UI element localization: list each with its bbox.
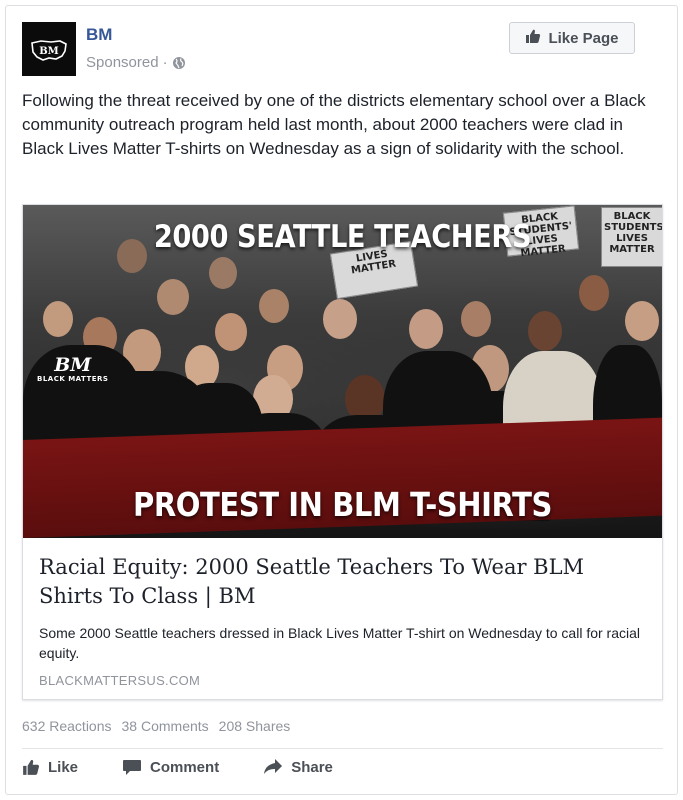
bm-watermark: BM BLACK MATTERS [37, 354, 109, 383]
engagement-stats: 632 Reactions 38 Comments 208 Shares [22, 718, 290, 734]
post-meta: Sponsored · [86, 54, 186, 71]
share-label: Share [291, 758, 333, 776]
comment-button[interactable]: Comment [122, 758, 219, 776]
like-label: Like [48, 758, 79, 776]
thumbs-up-icon [525, 28, 541, 48]
action-divider [22, 748, 663, 749]
bm-logo: BM [29, 38, 69, 61]
comments-count[interactable]: 38 Comments [122, 718, 209, 734]
share-button[interactable]: Share [263, 758, 333, 776]
crowd-figure [409, 309, 443, 349]
preview-image: BLACK STUDENTS' LIVES MATTER LIVES MATTE… [23, 205, 662, 538]
crowd-figure [625, 301, 659, 341]
globe-icon [172, 56, 186, 70]
like-page-button[interactable]: Like Page [509, 22, 635, 54]
comment-icon [122, 758, 142, 776]
svg-text:BM: BM [39, 46, 59, 57]
page-avatar[interactable]: BM [22, 22, 76, 76]
like-page-label: Like Page [548, 29, 619, 47]
sponsored-label[interactable]: Sponsored [86, 54, 159, 71]
crowd-figure [43, 301, 73, 337]
link-preview[interactable]: BLACK STUDENTS' LIVES MATTER LIVES MATTE… [22, 204, 663, 700]
crowd-figure [209, 257, 237, 289]
post-actions: Like Comment Share [22, 758, 377, 776]
crowd-figure [323, 299, 357, 339]
crowd-figure [215, 313, 247, 351]
crowd-figure [157, 279, 189, 315]
like-button[interactable]: Like [22, 758, 78, 776]
page-name-link[interactable]: BM [86, 25, 112, 45]
comment-label: Comment [150, 758, 220, 776]
reactions-count[interactable]: 632 Reactions [22, 718, 112, 734]
preview-title[interactable]: Racial Equity: 2000 Seattle Teachers To … [39, 553, 639, 611]
sponsored-post-card: BM BM Sponsored · Like Page Following th… [5, 5, 678, 795]
crowd-figure [461, 301, 491, 337]
meta-separator: · [162, 54, 168, 71]
image-headline-bottom: PROTEST IN BLM T-SHIRTS [133, 485, 552, 524]
crowd-figure [259, 289, 289, 323]
image-headline-top: 2000 SEATTLE TEACHERS [153, 219, 532, 255]
preview-description: Some 2000 Seattle teachers dressed in Bl… [39, 625, 641, 661]
shares-count[interactable]: 208 Shares [219, 718, 291, 734]
share-icon [263, 758, 283, 776]
crowd-figure [528, 311, 562, 351]
preview-domain: BLACKMATTERSUS.COM [39, 673, 201, 688]
post-text: Following the threat received by one of … [22, 91, 646, 158]
thumbs-up-icon [22, 758, 40, 776]
crowd-figure [579, 275, 609, 311]
